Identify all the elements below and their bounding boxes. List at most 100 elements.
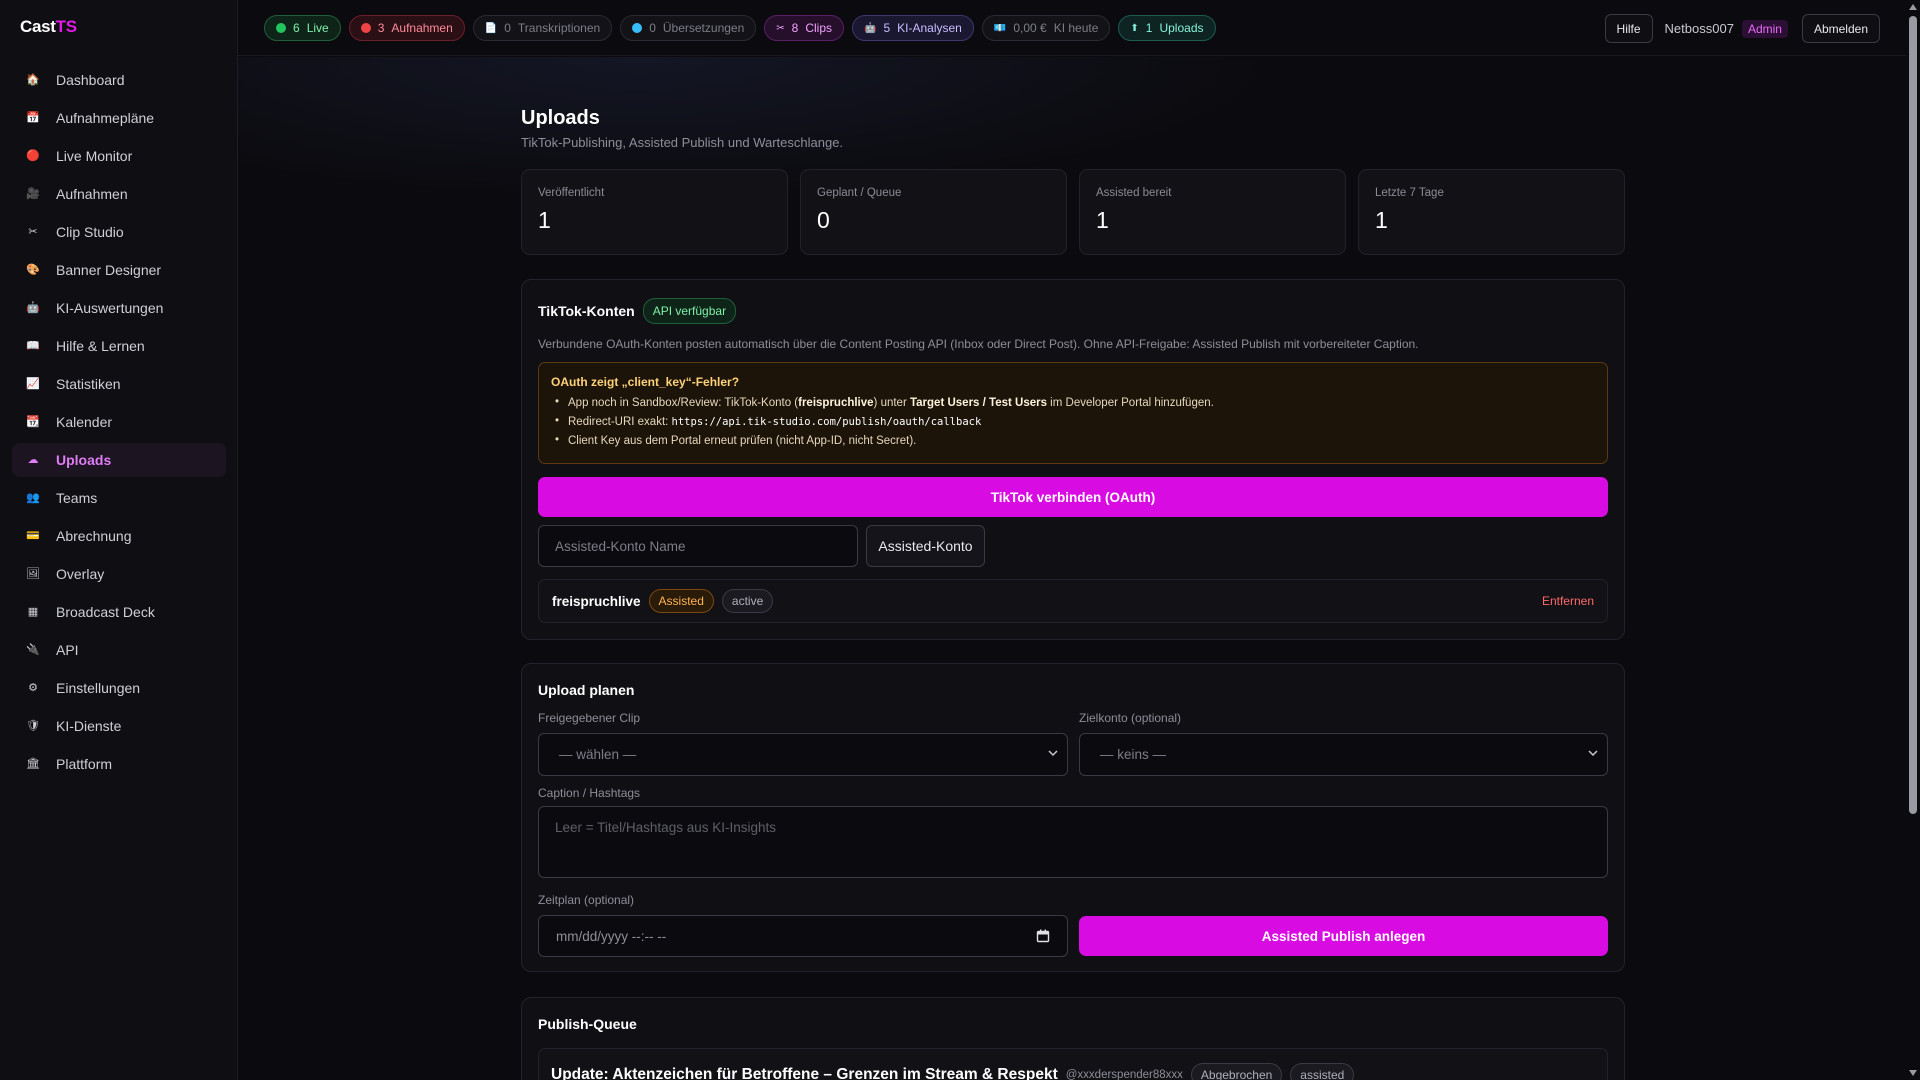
schedule-icon: 📅	[26, 111, 40, 124]
tiktok-card-title: TikTok-Konten	[538, 303, 635, 319]
status-pill-ki-analysen[interactable]: 🤖 5 KI-Analysen	[852, 15, 974, 41]
scroll-up-arrow-icon[interactable]	[1909, 4, 1917, 10]
sidebar-item-label: KI-Dienste	[56, 718, 122, 734]
bank-icon: 🏛	[26, 757, 40, 770]
stat-card: Letzte 7 Tage 1	[1358, 169, 1625, 255]
sidebar-item-clip-studio[interactable]: ✂ Clip Studio	[12, 215, 226, 249]
sidebar-item-abrechnung[interactable]: 💳 Abrechnung	[12, 519, 226, 553]
sidebar-item-ki-auswertungen[interactable]: 🤖 KI-Auswertungen	[12, 291, 226, 325]
sidebar-item-dashboard[interactable]: 🏠 Dashboard	[12, 63, 226, 97]
queue-card-header: Publish-Queue	[538, 1016, 637, 1032]
status-pill-aufnahmen[interactable]: 3 Aufnahmen	[348, 15, 465, 41]
sidebar-item-label: Aufnahmepläne	[56, 110, 155, 126]
pill-label: Übersetzungen	[662, 21, 745, 35]
team-icon: 👥	[26, 491, 40, 504]
sidebar-item-hilfe-lernen[interactable]: 📖 Hilfe & Lernen	[12, 329, 226, 363]
robot-icon: 🤖	[864, 22, 877, 34]
status-pill-clips[interactable]: ✂ 8 Clips	[764, 15, 845, 41]
sidebar-item-api[interactable]: 🔌 API	[12, 633, 226, 667]
tiktok-connect-button[interactable]: TikTok verbinden (OAuth)	[538, 477, 1608, 517]
sidebar-item-ki-dienste[interactable]: 🛡 KI-Dienste	[12, 709, 226, 743]
queue-item[interactable]: Update: Aktenzeichen für Betroffene – Gr…	[538, 1048, 1608, 1080]
pill-count: 3	[377, 21, 385, 35]
remove-account-button[interactable]: Entfernen	[1542, 594, 1594, 608]
grid-icon: ▦	[27, 605, 39, 618]
warning-text: Client Key aus dem Portal erneut prüfen …	[568, 435, 917, 447]
sidebar-item-label: Overlay	[56, 566, 105, 582]
sidebar-item-label: Statistiken	[56, 376, 121, 392]
stat-card: Veröffentlicht 1	[521, 169, 788, 255]
assisted-account-button[interactable]: Assisted-Konto	[866, 525, 985, 567]
tiktok-card-header: TikTok-Konten API verfügbar	[538, 298, 737, 324]
sidebar-item-statistiken[interactable]: 📈 Statistiken	[12, 367, 226, 401]
sidebar-item-broadcast-deck[interactable]: ▦ Broadcast Deck	[12, 595, 226, 629]
scroll-down-arrow-icon[interactable]	[1909, 1070, 1917, 1076]
app-logo[interactable]: CastTS	[20, 17, 77, 37]
topbar-right: Hilfe Netboss007 Admin Abmelden	[1604, 14, 1880, 43]
sidebar-item-plattform[interactable]: 🏛 Plattform	[12, 747, 226, 781]
calendar-icon[interactable]	[1036, 929, 1050, 943]
scissors-icon: ✂	[28, 225, 38, 238]
sidebar-item-banner-designer[interactable]: 🎨 Banner Designer	[12, 253, 226, 287]
pill-count: 1	[1145, 21, 1153, 35]
target-select-value: — keins —	[1100, 747, 1167, 762]
gear-icon: ⚙	[28, 681, 38, 694]
book-icon: 📖	[26, 339, 40, 352]
help-button[interactable]: Hilfe	[1604, 14, 1653, 43]
publish-queue-card: Publish-Queue Update: Aktenzeichen für B…	[521, 997, 1625, 1080]
calendar-icon: 📆	[26, 415, 40, 428]
sidebar-item-label: Plattform	[56, 756, 113, 772]
schedule-datetime-input[interactable]: mm/dd/yyyy --:-- --	[538, 915, 1068, 957]
sidebar-item-aufnahmepläne[interactable]: 📅 Aufnahmepläne	[12, 101, 226, 135]
sidebar-item-label: Hilfe & Lernen	[56, 338, 145, 354]
status-pill-ki-heute[interactable]: 💶 0,00 € KI heute	[981, 15, 1111, 41]
sidebar-item-einstellungen[interactable]: ⚙ Einstellungen	[12, 671, 226, 705]
sidebar-item-overlay[interactable]: 🖼 Overlay	[12, 557, 226, 591]
assisted-account-name-input[interactable]: Assisted-Konto Name	[538, 525, 858, 567]
overlay-icon: 🖼	[26, 567, 40, 580]
schedule-label: Zeitplan (optional)	[538, 893, 635, 907]
oauth-warning-box: OAuth zeigt „client_key“-Fehler? App noc…	[538, 362, 1608, 464]
caption-textarea[interactable]: Leer = Titel/Hashtags aus KI-Insights	[538, 806, 1608, 878]
sidebar-item-label: Aufnahmen	[56, 186, 128, 202]
status-pill-übersetzungen[interactable]: 0 Übersetzungen	[620, 15, 757, 41]
assisted-publish-button[interactable]: Assisted Publish anlegen	[1079, 916, 1608, 956]
status-pill-live[interactable]: 6 Live	[264, 15, 341, 41]
stat-value: 1	[538, 207, 551, 233]
sidebar-item-aufnahmen[interactable]: 🎥 Aufnahmen	[12, 177, 226, 211]
pill-count: 6	[293, 21, 300, 35]
sidebar: CastTS 🏠 Dashboard 📅 Aufnahmepläne 🔴 Live Mon…	[0, 0, 238, 1080]
clip-select[interactable]: — wählen —	[538, 733, 1068, 776]
status-pill-uploads[interactable]: ⬆ 1 Uploads	[1118, 15, 1216, 41]
cloud-icon: ☁	[27, 453, 39, 466]
warning-text: App noch in Sandbox/Review: TikTok-Konto…	[568, 397, 799, 409]
sidebar-item-uploads[interactable]: ☁ Uploads	[12, 443, 226, 477]
queue-item-mode-badge: assisted	[1290, 1063, 1355, 1080]
caption-label: Caption / Hashtags	[538, 786, 641, 800]
sidebar-item-teams[interactable]: 👥 Teams	[12, 481, 226, 515]
logout-button[interactable]: Abmelden	[1801, 14, 1880, 43]
target-account-select[interactable]: — keins —	[1079, 733, 1608, 776]
queue-item-title: Update: Aktenzeichen für Betroffene – Gr…	[551, 1066, 1058, 1080]
house-icon: 🏠	[26, 73, 40, 86]
warning-item: Redirect-URI exakt: https://api.tik-stud…	[551, 415, 1595, 428]
sidebar-item-live-monitor[interactable]: 🔴 Live Monitor	[12, 139, 226, 173]
warning-target-users: Target Users / Test Users	[909, 397, 1047, 409]
pill-count: 0	[649, 21, 656, 35]
role-badge: Admin	[1741, 19, 1788, 38]
stats-row: Veröffentlicht 1 Geplant / Queue 0 Assisted …	[521, 169, 1625, 255]
stat-value: 1	[1375, 207, 1388, 233]
clip-label: Freigegebener Clip	[538, 711, 641, 725]
chevron-down-icon	[1588, 750, 1598, 757]
robot-icon: 🤖	[26, 301, 40, 314]
logo-accent-text: TS	[55, 17, 77, 36]
scroll-thumb[interactable]	[1909, 16, 1917, 814]
sidebar-item-kalender[interactable]: 📆 Kalender	[12, 405, 226, 439]
queue-item-user: @xxxderspender88xxx	[1065, 1069, 1183, 1080]
status-pill-transkriptionen[interactable]: 📄 0 Transkriptionen	[472, 15, 613, 41]
page-scrollbar[interactable]	[1906, 0, 1920, 1080]
status-pills: 6 Live 3 Aufnahmen 📄 0 Transkriptionen 0 Überset…	[264, 15, 1216, 41]
api-available-badge: API verfügbar	[642, 298, 737, 324]
red-dot-icon: 🔴	[26, 149, 40, 162]
warning-text: im Developer Portal hinzufügen.	[1046, 397, 1214, 409]
